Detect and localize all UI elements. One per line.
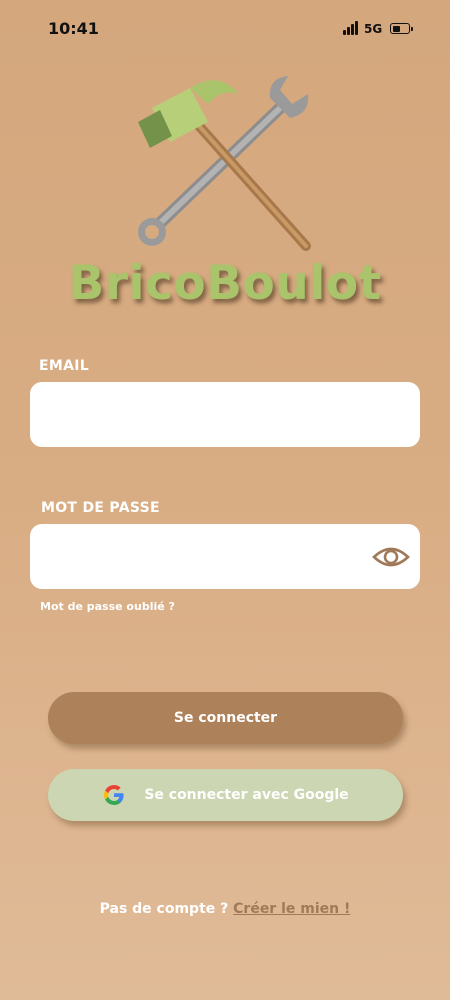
password-field[interactable]: [30, 524, 420, 589]
password-label: MOT DE PASSE: [41, 500, 160, 516]
google-icon: [104, 785, 124, 805]
forgot-password-link[interactable]: Mot de passe oublié ?: [40, 600, 175, 613]
signal-strength-icon: [343, 21, 359, 35]
login-button-label: Se connecter: [173, 710, 278, 726]
app-title: BricoBoulot: [68, 256, 382, 311]
signup-prompt-text: Pas de compte ?: [99, 901, 234, 917]
create-account-link[interactable]: Créer le mien !: [233, 901, 350, 917]
login-button[interactable]: Se connecter: [48, 692, 403, 744]
battery-fill: [392, 25, 401, 32]
hammer-wrench-logo-icon: [138, 76, 311, 251]
email-field[interactable]: [30, 382, 420, 447]
email-label: EMAIL: [39, 358, 89, 374]
status-time: 10:41: [48, 19, 99, 38]
google-login-button[interactable]: Se connecter avec Google: [48, 769, 403, 821]
network-type: 5G: [364, 22, 383, 36]
google-button-label: Se connecter avec Google: [144, 787, 349, 803]
eye-icon[interactable]: [372, 543, 410, 571]
status-bar: 10:41 5G: [0, 0, 450, 58]
signup-prompt: Pas de compte ? Créer le mien !: [0, 901, 450, 917]
battery-icon: [390, 23, 413, 34]
